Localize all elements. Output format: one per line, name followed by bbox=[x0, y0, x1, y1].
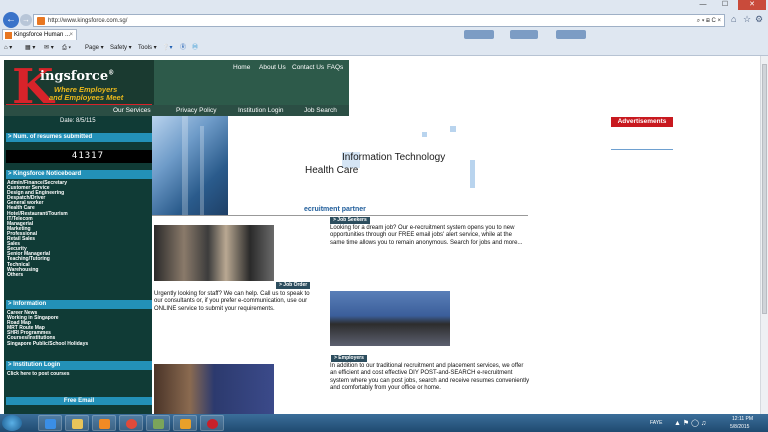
job-order-text: Urgently looking for staff? We can help.… bbox=[154, 291, 310, 312]
category-list: Admin/Finance/Secretary Customer Service… bbox=[7, 180, 68, 278]
web-page: K ingsforce® Where Employers and Employe… bbox=[0, 56, 760, 414]
site-favicon-icon bbox=[37, 17, 45, 25]
maximize-button[interactable]: ☐ bbox=[714, 0, 736, 10]
nav-privacy-policy[interactable]: Privacy Policy bbox=[176, 107, 216, 114]
banner-healthcare-text: Health Care bbox=[305, 165, 359, 176]
forward-arrow-icon[interactable]: → bbox=[20, 14, 32, 26]
recruitment-partner-text: ecruitment partner bbox=[304, 206, 366, 213]
left-sidebar: Date: 8/5/115 > Num. of resumes submitte… bbox=[4, 116, 152, 414]
address-tools[interactable]: ⌕ ▾ ⊞ C × bbox=[697, 15, 721, 27]
print-icon[interactable]: ⎙ ▾ bbox=[62, 41, 71, 55]
settings-gear-icon[interactable]: ⚙ bbox=[755, 14, 763, 25]
registered-mark: ® bbox=[108, 69, 115, 77]
tab-kingsforce[interactable]: Kingsforce Human ... × bbox=[2, 29, 77, 40]
professional-photo bbox=[154, 364, 274, 414]
vertical-scrollbar[interactable] bbox=[760, 56, 768, 414]
banner-decor-square bbox=[422, 132, 427, 137]
tab-favicon-icon bbox=[5, 32, 12, 39]
safety-menu[interactable]: Safety ▾ bbox=[110, 41, 132, 55]
tab-close-icon[interactable]: × bbox=[69, 30, 73, 40]
nav-our-services[interactable]: Our Services bbox=[113, 107, 151, 114]
post-courses-link[interactable]: Click here to post courses bbox=[7, 371, 70, 377]
advertisements-label: Advertisements bbox=[611, 117, 673, 127]
tools-menu[interactable]: Tools ▾ bbox=[138, 41, 157, 55]
blurred-tab[interactable] bbox=[556, 30, 586, 39]
job-seekers-text: Looking for a dream job? Our e-recruitme… bbox=[330, 225, 523, 246]
nav-about-us[interactable]: About Us bbox=[259, 64, 286, 71]
site-header: K ingsforce® Where Employers and Employe… bbox=[4, 60, 349, 116]
institution-list: Click here to post courses bbox=[7, 371, 70, 377]
nav-job-search[interactable]: Job Search bbox=[304, 107, 337, 114]
close-window-button[interactable]: ✕ bbox=[738, 0, 766, 10]
address-bar[interactable]: http://www.kingsforce.com.sg/ ⌕ ▾ ⊞ C × bbox=[33, 14, 725, 27]
blurred-tab[interactable] bbox=[510, 30, 538, 39]
tray-icons[interactable]: ▲ ⚑ ◯ ♫ bbox=[674, 419, 706, 427]
app2-taskbar-icon[interactable] bbox=[200, 415, 224, 431]
information-list: Career News Working in Singapore Road Ma… bbox=[7, 310, 88, 347]
banner-it-text: Information Technology bbox=[342, 152, 446, 163]
language-indicator[interactable]: FAYE bbox=[650, 420, 662, 426]
employers-text: In addition to our traditional recruitme… bbox=[330, 363, 530, 391]
resumes-counter: 41317 bbox=[6, 150, 152, 163]
windows-taskbar: FAYE ▲ ⚑ ◯ ♫ 12:11 PM 5/8/2015 bbox=[0, 414, 768, 432]
command-bar: ⌂ ▾ ▦ ▾ ✉ ▾ ⎙ ▾ Page ▾ Safety ▾ Tools ▾ … bbox=[0, 41, 768, 55]
help-icon[interactable]: ❔▾ bbox=[162, 41, 172, 55]
logo-name[interactable]: ingsforce® bbox=[40, 69, 114, 84]
team-photo bbox=[330, 291, 450, 346]
start-button[interactable] bbox=[2, 415, 22, 431]
job-order-button[interactable]: > Job Order bbox=[276, 282, 311, 289]
tab-title: Kingsforce Human ... bbox=[14, 32, 71, 38]
call-center-photo bbox=[154, 225, 274, 281]
favorites-star-icon[interactable]: ☆ bbox=[743, 14, 751, 25]
media-player-taskbar-icon[interactable] bbox=[92, 415, 116, 431]
logo-tagline-2: and Employees Meet bbox=[49, 93, 124, 102]
info-link[interactable]: Singapore Public/School Holidays bbox=[7, 341, 88, 347]
institution-login-heading: > Institution Login bbox=[6, 361, 152, 370]
page-menu[interactable]: Page ▾ bbox=[85, 41, 104, 55]
tab-strip: Kingsforce Human ... × bbox=[0, 29, 768, 40]
employers-button[interactable]: > Employers bbox=[331, 355, 367, 362]
system-tray: FAYE ▲ ⚑ ◯ ♫ 12:11 PM 5/8/2015 bbox=[648, 414, 768, 432]
job-seekers-button[interactable]: > Job Seekers bbox=[330, 217, 370, 224]
banner-decor-bar bbox=[470, 160, 475, 188]
explorer-taskbar-icon[interactable] bbox=[65, 415, 89, 431]
logo-name-text: ingsforce bbox=[40, 69, 109, 84]
resumes-heading: > Num. of resumes submitted bbox=[6, 133, 152, 142]
ie-taskbar-icon[interactable] bbox=[38, 415, 62, 431]
clock-time[interactable]: 12:11 PM bbox=[732, 416, 753, 422]
mail-icon[interactable]: ✉ ▾ bbox=[44, 41, 54, 55]
free-email-link[interactable]: Free Email bbox=[6, 397, 152, 405]
url-text: http://www.kingsforce.com.sg/ bbox=[48, 18, 128, 24]
skype-icon[interactable]: Ⓜ bbox=[192, 41, 198, 55]
browser-chrome: ← → http://www.kingsforce.com.sg/ ⌕ ▾ ⊞ … bbox=[0, 0, 768, 56]
minimize-button[interactable]: — bbox=[692, 0, 714, 10]
nav-institution-login[interactable]: Institution Login bbox=[238, 107, 284, 114]
category-link[interactable]: Others bbox=[7, 272, 68, 278]
nav-faqs[interactable]: FAQs bbox=[327, 64, 343, 71]
blurred-tab[interactable] bbox=[464, 30, 494, 39]
nav-home[interactable]: Home bbox=[233, 64, 250, 71]
banner-decor-square bbox=[450, 126, 456, 132]
outlook-taskbar-icon[interactable] bbox=[173, 415, 197, 431]
clock-date[interactable]: 5/8/2015 bbox=[730, 424, 749, 430]
divider bbox=[152, 215, 528, 216]
noticeboard-heading: > Kingsforce Noticeboard bbox=[6, 170, 152, 179]
home-cmd-icon[interactable]: ⌂ ▾ bbox=[4, 41, 12, 55]
ad-divider bbox=[611, 149, 673, 150]
back-arrow-icon[interactable]: ← bbox=[3, 12, 19, 28]
feeds-icon[interactable]: ▦ ▾ bbox=[25, 41, 35, 55]
building-banner-image bbox=[152, 116, 228, 216]
scrollbar-thumb[interactable] bbox=[762, 64, 767, 314]
home-icon[interactable]: ⌂ bbox=[731, 14, 736, 24]
nav-contact-us[interactable]: Contact Us bbox=[292, 64, 324, 71]
information-heading: > Information bbox=[6, 300, 152, 309]
wordpress-icon[interactable]: Ⓡ bbox=[180, 41, 186, 55]
app-taskbar-icon[interactable] bbox=[146, 415, 170, 431]
chrome-taskbar-icon[interactable] bbox=[119, 415, 143, 431]
date-label: Date: 8/5/115 bbox=[60, 118, 96, 124]
